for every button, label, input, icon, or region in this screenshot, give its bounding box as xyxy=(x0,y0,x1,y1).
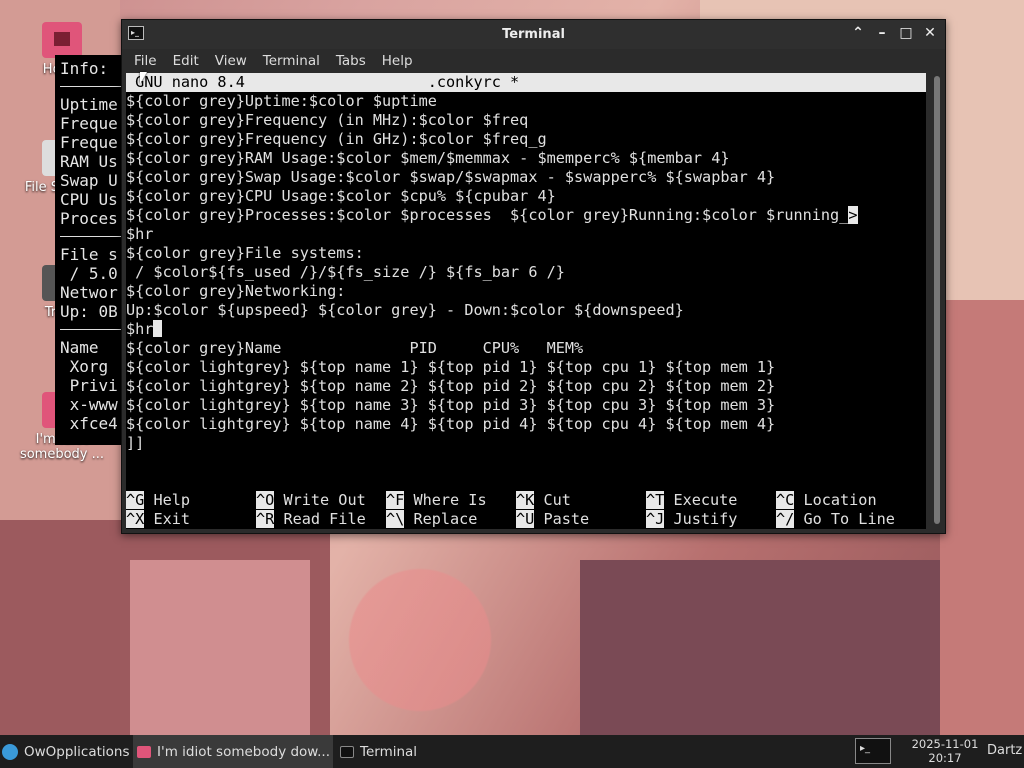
applications-icon xyxy=(2,743,18,760)
shortcut-where-is[interactable]: ^F Where Is xyxy=(386,491,516,510)
terminal-scrollbar[interactable] xyxy=(931,74,943,528)
shortcut-replace[interactable]: ^\ Replace xyxy=(386,510,516,529)
maximize-button[interactable]: □ xyxy=(899,25,913,41)
menu-edit[interactable]: Edit xyxy=(167,51,205,71)
wallpaper-shape xyxy=(940,300,1024,735)
shortcut-exit[interactable]: ^X Exit xyxy=(126,510,256,529)
editor-line: ${color grey}Processes:$color $processes… xyxy=(126,206,926,225)
truncation-marker: > xyxy=(848,206,858,224)
minimize-button[interactable]: – xyxy=(875,25,889,41)
shortcut-read-file[interactable]: ^R Read File xyxy=(256,510,386,529)
taskbar-window-document[interactable]: I'm idiot somebody dow... xyxy=(133,735,333,768)
taskbar-window-terminal[interactable]: Terminal xyxy=(338,735,458,768)
shortcut-justify[interactable]: ^J Justify xyxy=(646,510,776,529)
editor-line: ${color lightgrey} ${top name 1} ${top p… xyxy=(126,358,776,376)
clock-date: 2025-11-01 xyxy=(911,737,979,751)
editor-line: ${color grey}Uptime:$color $uptime xyxy=(126,92,437,110)
editor-line: ${color grey}CPU Usage:$color $cpu% ${cp… xyxy=(126,187,556,205)
text-cursor xyxy=(153,320,163,337)
editor-line: $hr xyxy=(126,320,926,339)
terminal-window[interactable]: ▸_ Terminal ⌃ – □ ✕ File Edit View Termi… xyxy=(121,19,946,534)
wallpaper-shape xyxy=(580,560,980,735)
close-button[interactable]: ✕ xyxy=(923,25,937,41)
nano-header: GNU nano 8.4 .conkyrc * xyxy=(126,73,926,92)
taskbar-window-label: I'm idiot somebody dow... xyxy=(157,743,330,760)
editor-line: ${color grey}Name PID CPU% MEM% xyxy=(126,339,584,357)
window-title: Terminal xyxy=(502,27,565,42)
terminal-window-icon xyxy=(340,745,354,758)
clock-time: 20:17 xyxy=(928,751,962,765)
shortcut-execute[interactable]: ^T Execute xyxy=(646,491,776,510)
editor-line: ${color grey}Swap Usage:$color $swap/$sw… xyxy=(126,168,776,186)
mouse-pointer-icon xyxy=(140,72,147,84)
editor-line: $hr xyxy=(126,225,154,243)
terminal-titlebar[interactable]: ▸_ Terminal ⌃ – □ ✕ xyxy=(122,20,945,49)
editor-line: ${color lightgrey} ${top name 2} ${top p… xyxy=(126,377,776,395)
editor-line: ${color grey}Frequency (in MHz):$color $… xyxy=(126,111,529,129)
menu-bar: File Edit View Terminal Tabs Help xyxy=(122,49,945,73)
scrollbar-thumb[interactable] xyxy=(934,76,940,524)
taskbar: OwOpplications I'm idiot somebody dow...… xyxy=(0,735,1024,768)
editor-line: / $color${fs_used /}/${fs_size /} ${fs_b… xyxy=(126,263,565,281)
editor-line-text: ${color grey}Processes:$color $processes… xyxy=(126,206,849,224)
shortcut-cut[interactable]: ^K Cut xyxy=(516,491,646,510)
menu-terminal[interactable]: Terminal xyxy=(257,51,326,71)
terminal-screen[interactable]: GNU nano 8.4 .conkyrc * ${color grey}Upt… xyxy=(126,73,926,529)
nano-shortcuts: ^G Help ^O Write Out ^F Where Is ^K Cut … xyxy=(126,491,926,529)
applications-label: OwOpplications xyxy=(24,743,130,760)
shortcut-paste[interactable]: ^U Paste xyxy=(516,510,646,529)
editor-line: ]] xyxy=(126,434,145,452)
editor-line: ${color lightgrey} ${top name 3} ${top p… xyxy=(126,396,776,414)
document-window-icon xyxy=(137,745,151,758)
menu-file[interactable]: File xyxy=(128,51,163,71)
editor-line: ${color grey}RAM Usage:$color $mem/$memm… xyxy=(126,149,730,167)
applications-menu-button[interactable]: OwOpplications xyxy=(2,735,130,768)
editor-line: ${color grey}File systems: xyxy=(126,244,364,262)
editor-line: Up:$color ${upspeed} ${color grey} - Dow… xyxy=(126,301,684,319)
shortcut-write-out[interactable]: ^O Write Out xyxy=(256,491,386,510)
editor-line: ${color lightgrey} ${top name 4} ${top p… xyxy=(126,415,776,433)
editor-line: ${color grey}Networking: xyxy=(126,282,346,300)
editor-line-text: $hr xyxy=(126,320,154,338)
shortcut-help[interactable]: ^G Help xyxy=(126,491,256,510)
menu-view[interactable]: View xyxy=(209,51,253,71)
menu-help[interactable]: Help xyxy=(376,51,419,71)
clock[interactable]: 2025-11-01 20:17 xyxy=(905,737,985,765)
shortcut-go-to-line[interactable]: ^/ Go To Line xyxy=(776,510,906,529)
shade-button[interactable]: ⌃ xyxy=(851,25,865,41)
menu-tabs[interactable]: Tabs xyxy=(330,51,372,71)
wallpaper-shape xyxy=(130,560,310,735)
shortcut-location[interactable]: ^C Location xyxy=(776,491,906,510)
taskbar-window-label: Terminal xyxy=(360,743,418,760)
home-folder-icon xyxy=(42,22,82,58)
user-name[interactable]: Dartz xyxy=(987,743,1022,758)
editor-line: ${color grey}Frequency (in GHz):$color $… xyxy=(126,130,547,148)
tray-terminal-icon[interactable] xyxy=(855,738,891,764)
